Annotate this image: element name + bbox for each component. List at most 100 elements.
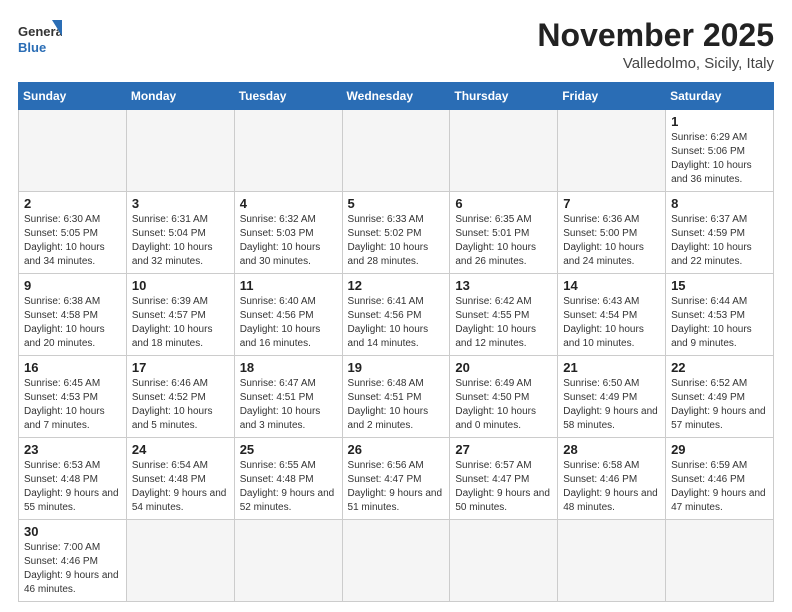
week-row-4: 23Sunrise: 6:53 AM Sunset: 4:48 PM Dayli… bbox=[19, 438, 774, 520]
calendar-cell: 9Sunrise: 6:38 AM Sunset: 4:58 PM Daylig… bbox=[19, 274, 127, 356]
day-info: Sunrise: 6:41 AM Sunset: 4:56 PM Dayligh… bbox=[348, 295, 445, 351]
day-info: Sunrise: 6:52 AM Sunset: 4:49 PM Dayligh… bbox=[671, 377, 768, 433]
calendar-cell: 15Sunrise: 6:44 AM Sunset: 4:53 PM Dayli… bbox=[666, 274, 774, 356]
calendar-cell: 18 Sunrise: 6:47 AM Sunset: 4:51 PM Dayli… bbox=[234, 356, 342, 438]
calendar-cell: 27 Sunrise: 6:57 AM Sunset: 4:47 PM Dayli… bbox=[450, 438, 558, 520]
day-number: 26 bbox=[348, 442, 445, 457]
day-number: 30 bbox=[24, 524, 121, 539]
calendar-cell: 17Sunrise: 6:46 AM Sunset: 4:52 PM Dayli… bbox=[126, 356, 234, 438]
day-number: 7 bbox=[563, 196, 660, 211]
day-number: 4 bbox=[240, 196, 337, 211]
calendar-cell bbox=[342, 110, 450, 192]
day-info: Sunrise: 6:44 AM Sunset: 4:53 PM Dayligh… bbox=[671, 295, 768, 351]
day-number: 21 bbox=[563, 360, 660, 375]
day-number: 2 bbox=[24, 196, 121, 211]
calendar-cell: 13Sunrise: 6:42 AM Sunset: 4:55 PM Dayli… bbox=[450, 274, 558, 356]
calendar-cell bbox=[234, 520, 342, 602]
logo: General Blue bbox=[18, 18, 62, 62]
day-number: 5 bbox=[348, 196, 445, 211]
day-info: Sunrise: 6:35 AM Sunset: 5:01 PM Dayligh… bbox=[455, 213, 552, 269]
logo-svg: General Blue bbox=[18, 18, 62, 62]
day-number: 20 bbox=[455, 360, 552, 375]
day-number: 27 bbox=[455, 442, 552, 457]
weekday-header-friday: Friday bbox=[558, 83, 666, 110]
day-number: 22 bbox=[671, 360, 768, 375]
calendar-cell: 16 Sunrise: 6:45 AM Sunset: 4:53 PM Dayli… bbox=[19, 356, 127, 438]
calendar-cell: 3Sunrise: 6:31 AM Sunset: 5:04 PM Daylig… bbox=[126, 192, 234, 274]
day-info: Sunrise: 6:42 AM Sunset: 4:55 PM Dayligh… bbox=[455, 295, 552, 351]
week-row-5: 30 Sunrise: 7:00 AM Sunset: 4:46 PM Dayli… bbox=[19, 520, 774, 602]
day-info: Sunrise: 6:49 AM Sunset: 4:50 PM Dayligh… bbox=[455, 377, 552, 433]
day-number: 25 bbox=[240, 442, 337, 457]
calendar-cell: 26Sunrise: 6:56 AM Sunset: 4:47 PM Dayli… bbox=[342, 438, 450, 520]
header: General Blue November 2025 Valledolmo, S… bbox=[18, 18, 774, 72]
day-info: Sunrise: 6:39 AM Sunset: 4:57 PM Dayligh… bbox=[132, 295, 229, 351]
day-info: Sunrise: 6:38 AM Sunset: 4:58 PM Dayligh… bbox=[24, 295, 121, 351]
day-number: 24 bbox=[132, 442, 229, 457]
day-info: Sunrise: 7:00 AM Sunset: 4:46 PM Dayligh… bbox=[24, 541, 121, 597]
day-info: Sunrise: 6:48 AM Sunset: 4:51 PM Dayligh… bbox=[348, 377, 445, 433]
day-number: 19 bbox=[348, 360, 445, 375]
page: General Blue November 2025 Valledolmo, S… bbox=[0, 0, 792, 612]
calendar-cell: 1Sunrise: 6:29 AM Sunset: 5:06 PM Daylig… bbox=[666, 110, 774, 192]
day-info: Sunrise: 6:55 AM Sunset: 4:48 PM Dayligh… bbox=[240, 459, 337, 515]
calendar-cell bbox=[450, 110, 558, 192]
day-number: 12 bbox=[348, 278, 445, 293]
day-info: Sunrise: 6:36 AM Sunset: 5:00 PM Dayligh… bbox=[563, 213, 660, 269]
calendar-cell bbox=[234, 110, 342, 192]
svg-text:Blue: Blue bbox=[18, 40, 46, 55]
calendar-cell: 6 Sunrise: 6:35 AM Sunset: 5:01 PM Daylig… bbox=[450, 192, 558, 274]
calendar-cell: 24 Sunrise: 6:54 AM Sunset: 4:48 PM Dayli… bbox=[126, 438, 234, 520]
calendar-cell: 28Sunrise: 6:58 AM Sunset: 4:46 PM Dayli… bbox=[558, 438, 666, 520]
day-number: 29 bbox=[671, 442, 768, 457]
calendar-cell: 11Sunrise: 6:40 AM Sunset: 4:56 PM Dayli… bbox=[234, 274, 342, 356]
day-info: Sunrise: 6:47 AM Sunset: 4:51 PM Dayligh… bbox=[240, 377, 337, 433]
day-info: Sunrise: 6:30 AM Sunset: 5:05 PM Dayligh… bbox=[24, 213, 121, 269]
calendar: SundayMondayTuesdayWednesdayThursdayFrid… bbox=[18, 82, 774, 602]
day-number: 1 bbox=[671, 114, 768, 129]
day-number: 18 bbox=[240, 360, 337, 375]
day-info: Sunrise: 6:31 AM Sunset: 5:04 PM Dayligh… bbox=[132, 213, 229, 269]
calendar-cell: 8Sunrise: 6:37 AM Sunset: 4:59 PM Daylig… bbox=[666, 192, 774, 274]
week-row-0: 1Sunrise: 6:29 AM Sunset: 5:06 PM Daylig… bbox=[19, 110, 774, 192]
weekday-header-tuesday: Tuesday bbox=[234, 83, 342, 110]
day-number: 6 bbox=[455, 196, 552, 211]
week-row-2: 9Sunrise: 6:38 AM Sunset: 4:58 PM Daylig… bbox=[19, 274, 774, 356]
weekday-header-row: SundayMondayTuesdayWednesdayThursdayFrid… bbox=[19, 83, 774, 110]
day-info: Sunrise: 6:57 AM Sunset: 4:47 PM Dayligh… bbox=[455, 459, 552, 515]
calendar-cell bbox=[126, 520, 234, 602]
day-number: 16 bbox=[24, 360, 121, 375]
day-info: Sunrise: 6:37 AM Sunset: 4:59 PM Dayligh… bbox=[671, 213, 768, 269]
calendar-cell: 7 Sunrise: 6:36 AM Sunset: 5:00 PM Daylig… bbox=[558, 192, 666, 274]
calendar-cell bbox=[126, 110, 234, 192]
calendar-cell: 29 Sunrise: 6:59 AM Sunset: 4:46 PM Dayli… bbox=[666, 438, 774, 520]
weekday-header-thursday: Thursday bbox=[450, 83, 558, 110]
location-title: Valledolmo, Sicily, Italy bbox=[537, 55, 774, 72]
day-info: Sunrise: 6:54 AM Sunset: 4:48 PM Dayligh… bbox=[132, 459, 229, 515]
day-info: Sunrise: 6:59 AM Sunset: 4:46 PM Dayligh… bbox=[671, 459, 768, 515]
calendar-cell: 19 Sunrise: 6:48 AM Sunset: 4:51 PM Dayli… bbox=[342, 356, 450, 438]
day-info: Sunrise: 6:45 AM Sunset: 4:53 PM Dayligh… bbox=[24, 377, 121, 433]
day-info: Sunrise: 6:40 AM Sunset: 4:56 PM Dayligh… bbox=[240, 295, 337, 351]
calendar-cell: 5 Sunrise: 6:33 AM Sunset: 5:02 PM Daylig… bbox=[342, 192, 450, 274]
weekday-header-saturday: Saturday bbox=[666, 83, 774, 110]
day-number: 14 bbox=[563, 278, 660, 293]
title-block: November 2025 Valledolmo, Sicily, Italy bbox=[537, 18, 774, 72]
calendar-cell bbox=[342, 520, 450, 602]
calendar-cell bbox=[558, 520, 666, 602]
weekday-header-sunday: Sunday bbox=[19, 83, 127, 110]
week-row-1: 2 Sunrise: 6:30 AM Sunset: 5:05 PM Daylig… bbox=[19, 192, 774, 274]
calendar-cell: 21 Sunrise: 6:50 AM Sunset: 4:49 PM Dayli… bbox=[558, 356, 666, 438]
calendar-cell: 4 Sunrise: 6:32 AM Sunset: 5:03 PM Daylig… bbox=[234, 192, 342, 274]
calendar-cell bbox=[666, 520, 774, 602]
day-number: 23 bbox=[24, 442, 121, 457]
calendar-cell: 10Sunrise: 6:39 AM Sunset: 4:57 PM Dayli… bbox=[126, 274, 234, 356]
month-title: November 2025 bbox=[537, 18, 774, 53]
day-info: Sunrise: 6:32 AM Sunset: 5:03 PM Dayligh… bbox=[240, 213, 337, 269]
calendar-cell: 30 Sunrise: 7:00 AM Sunset: 4:46 PM Dayli… bbox=[19, 520, 127, 602]
calendar-cell: 20 Sunrise: 6:49 AM Sunset: 4:50 PM Dayli… bbox=[450, 356, 558, 438]
calendar-cell: 23Sunrise: 6:53 AM Sunset: 4:48 PM Dayli… bbox=[19, 438, 127, 520]
day-info: Sunrise: 6:58 AM Sunset: 4:46 PM Dayligh… bbox=[563, 459, 660, 515]
day-info: Sunrise: 6:50 AM Sunset: 4:49 PM Dayligh… bbox=[563, 377, 660, 433]
day-info: Sunrise: 6:33 AM Sunset: 5:02 PM Dayligh… bbox=[348, 213, 445, 269]
